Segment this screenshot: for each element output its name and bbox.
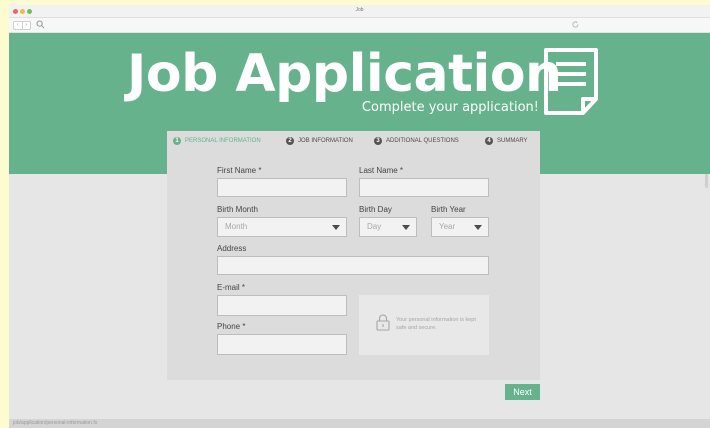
birth-month-label: Birth Month <box>217 205 258 214</box>
window-title: Job <box>355 7 364 13</box>
security-notice: Your personal information is kept safe a… <box>359 295 489 355</box>
status-url: job/application/personal-information.fs <box>13 420 98 426</box>
phone-input[interactable] <box>217 334 347 355</box>
nav-buttons: ‹ › <box>13 21 31 30</box>
first-name-input[interactable] <box>217 178 347 197</box>
step-job-information[interactable]: 2 JOB INFORMATION <box>286 137 353 145</box>
address-input[interactable] <box>217 256 489 275</box>
step-summary[interactable]: 4 SUMMARY <box>485 137 528 145</box>
step-number: 1 <box>173 137 181 145</box>
birth-day-select[interactable]: Day <box>359 217 417 237</box>
status-bar: job/application/personal-information.fs <box>9 419 710 428</box>
step-label: SUMMARY <box>497 138 528 144</box>
search-icon[interactable] <box>36 20 45 29</box>
step-label: JOB INFORMATION <box>298 138 353 144</box>
chevron-down-icon <box>474 225 482 230</box>
birth-month-select[interactable]: Month <box>217 217 347 237</box>
first-name-label: First Name * <box>217 166 262 175</box>
page-subtitle: Complete your application! <box>361 100 539 115</box>
next-button[interactable]: Next <box>505 384 540 400</box>
step-number: 2 <box>286 137 294 145</box>
last-name-label: Last Name * <box>359 166 404 175</box>
document-icon <box>544 48 598 115</box>
browser-toolbar: ‹ › <box>9 18 710 33</box>
chevron-down-icon <box>332 225 340 230</box>
chevron-down-icon <box>402 225 410 230</box>
forward-icon[interactable]: › <box>23 22 31 29</box>
birth-year-label: Birth Year <box>431 205 466 214</box>
last-name-input[interactable] <box>359 178 489 197</box>
step-label: PERSONAL INFORMATION <box>185 138 261 144</box>
birth-day-value: Day <box>367 222 382 231</box>
phone-label: Phone * <box>217 322 246 331</box>
reload-icon[interactable] <box>571 20 580 29</box>
step-number: 4 <box>485 137 493 145</box>
step-number: 3 <box>374 137 382 145</box>
step-label: ADDITIONAL QUESTIONS <box>386 138 459 144</box>
application-form: 1 PERSONAL INFORMATION 2 JOB INFORMATION… <box>167 131 540 380</box>
progress-steps: 1 PERSONAL INFORMATION 2 JOB INFORMATION… <box>167 131 540 153</box>
security-notice-text: Your personal information is kept safe a… <box>396 317 476 331</box>
title-bar: Job <box>9 5 710 18</box>
birth-year-select[interactable]: Year <box>431 217 489 237</box>
address-label: Address <box>217 244 247 253</box>
step-personal-information[interactable]: 1 PERSONAL INFORMATION <box>173 137 261 145</box>
step-additional-questions[interactable]: 3 ADDITIONAL QUESTIONS <box>374 137 459 145</box>
browser-window: Job ‹ › Job Application Complete your ap… <box>9 5 710 428</box>
email-input[interactable] <box>217 295 347 316</box>
birth-year-value: Year <box>439 222 456 231</box>
page-title: Job Application <box>127 44 562 104</box>
birth-day-label: Birth Day <box>359 205 392 214</box>
back-icon[interactable]: ‹ <box>14 22 23 29</box>
email-label: E-mail * <box>217 283 246 292</box>
lock-icon <box>376 314 390 331</box>
birth-month-value: Month <box>225 222 248 231</box>
